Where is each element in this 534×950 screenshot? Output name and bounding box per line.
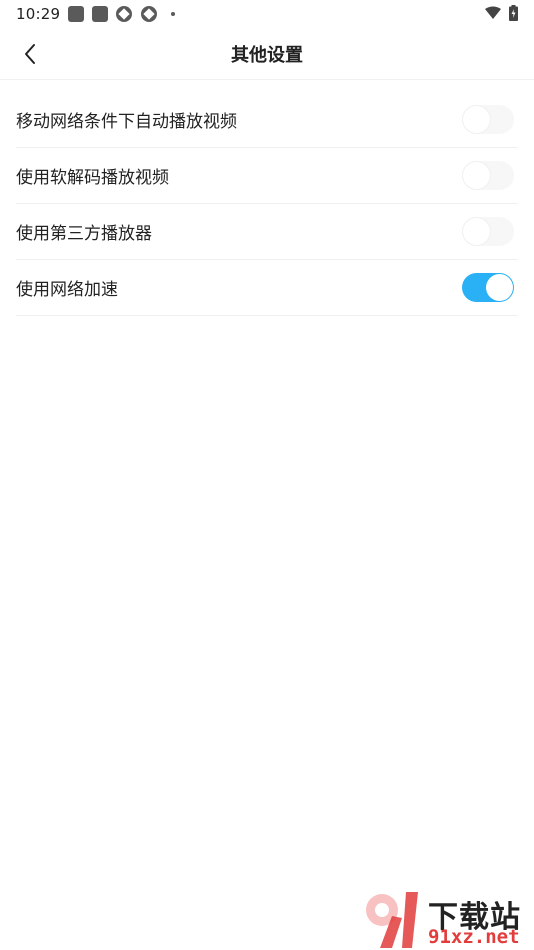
toggle-knob [463, 218, 490, 245]
pinwheel-icon [141, 6, 157, 22]
setting-label: 使用软解码播放视频 [16, 168, 169, 188]
software-decode-toggle[interactable] [462, 161, 514, 190]
status-time: 10:29 [16, 5, 61, 23]
setting-label: 使用网络加速 [16, 280, 118, 300]
pinwheel-icon [116, 6, 132, 22]
screen: 10:29 其他设置 移动网络条件下自动播放视频 使用软解码播放视频 使用第三方… [0, 0, 534, 950]
app-notification-icon [92, 6, 108, 22]
setting-label: 移动网络条件下自动播放视频 [16, 112, 237, 132]
page-title: 其他设置 [231, 45, 303, 66]
setting-row-software-decode: 使用软解码播放视频 [16, 148, 518, 204]
setting-row-autoplay-mobile: 移动网络条件下自动播放视频 [16, 92, 518, 148]
wifi-icon [485, 6, 501, 19]
battery-charging-icon [509, 5, 518, 21]
third-party-player-toggle[interactable] [462, 217, 514, 246]
watermark-logo-icon [366, 892, 418, 948]
network-acceleration-toggle[interactable] [462, 273, 514, 302]
setting-row-network-acceleration: 使用网络加速 [16, 260, 518, 316]
status-bar: 10:29 [0, 0, 534, 28]
autoplay-mobile-toggle[interactable] [462, 105, 514, 134]
watermark-domain: 91xz.net [428, 926, 520, 948]
toggle-knob [463, 106, 490, 133]
toggle-knob [486, 274, 513, 301]
nav-bar: 其他设置 [0, 28, 534, 80]
toggle-knob [463, 162, 490, 189]
app-notification-icon [68, 6, 84, 22]
watermark: 下载站 91xz.net [362, 888, 534, 950]
setting-label: 使用第三方播放器 [16, 224, 152, 244]
setting-row-third-party-player: 使用第三方播放器 [16, 204, 518, 260]
more-notifications-dot-icon [171, 12, 175, 16]
settings-list: 移动网络条件下自动播放视频 使用软解码播放视频 使用第三方播放器 使用网络加速 [16, 92, 518, 316]
